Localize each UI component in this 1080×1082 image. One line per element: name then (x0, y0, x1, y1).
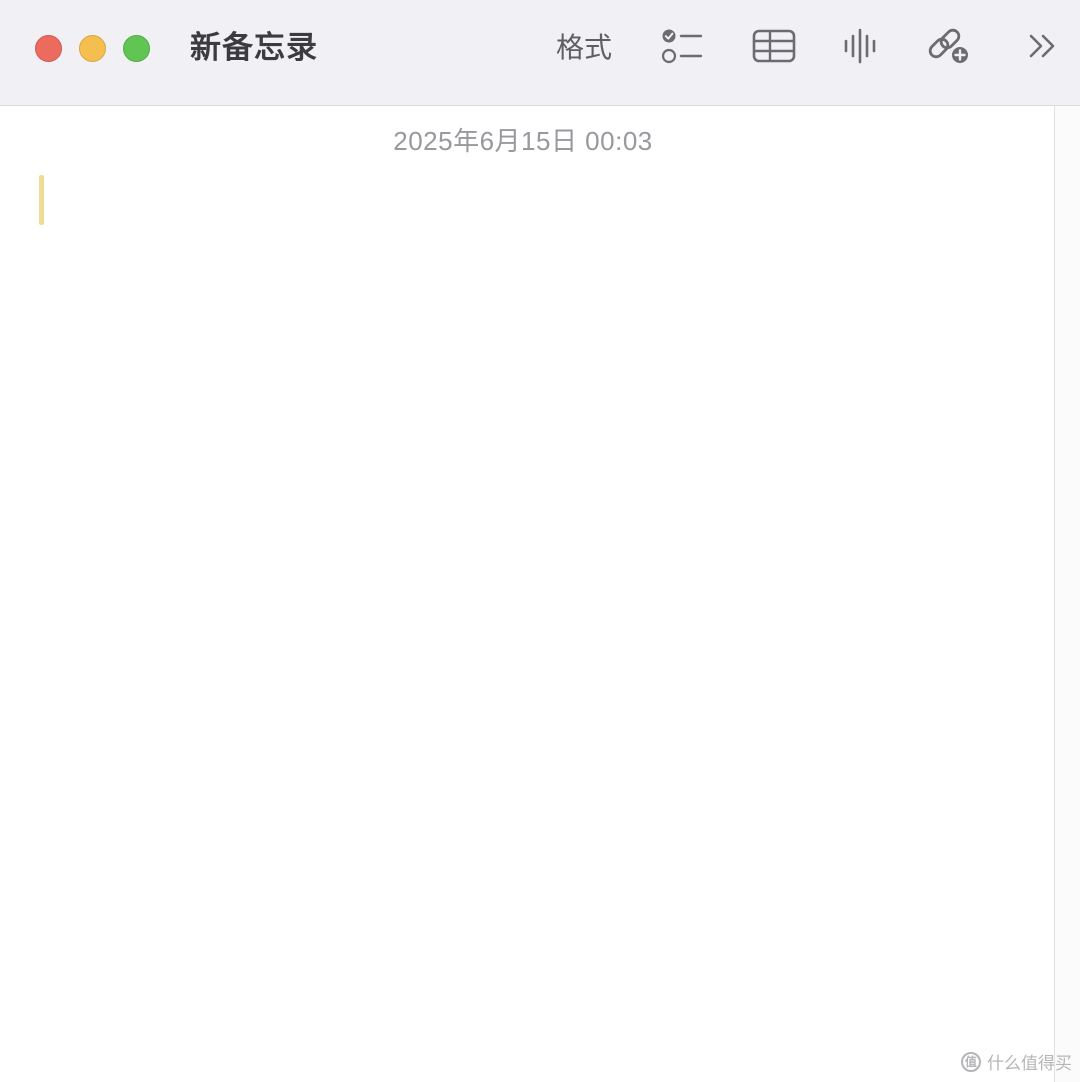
window-title: 新备忘录 (190, 30, 318, 65)
table-icon (751, 27, 797, 70)
watermark-logo-icon: 值 (961, 1051, 981, 1072)
more-toolbar-button[interactable] (1018, 24, 1068, 72)
note-editor[interactable]: 2025年6月15日 00:03 (0, 106, 1054, 1082)
checklist-button[interactable] (656, 24, 708, 72)
add-link-button[interactable] (922, 24, 976, 72)
note-date: 2025年6月15日 00:03 (393, 126, 653, 156)
audio-record-button[interactable] (836, 24, 886, 72)
zoom-window-button[interactable] (123, 35, 150, 62)
chevrons-right-icon (1026, 29, 1060, 68)
checklist-icon (660, 26, 704, 71)
close-window-button[interactable] (35, 35, 62, 62)
text-caret (39, 175, 44, 225)
watermark-text: 什么值得买 (987, 1054, 1072, 1073)
audio-waveform-icon (841, 26, 881, 71)
minimize-window-button[interactable] (79, 35, 106, 62)
notes-window: 新备忘录 格式 2025年6月15日 00:03 值 什么值得买 (0, 0, 1080, 1082)
watermark: 值 什么值得买 (961, 1049, 1072, 1074)
table-button[interactable] (748, 24, 800, 72)
right-pane-edge (1054, 106, 1080, 1082)
link-add-icon (925, 24, 973, 73)
titlebar: 新备忘录 格式 (0, 0, 1080, 106)
format-button[interactable]: 格式 (548, 24, 620, 72)
